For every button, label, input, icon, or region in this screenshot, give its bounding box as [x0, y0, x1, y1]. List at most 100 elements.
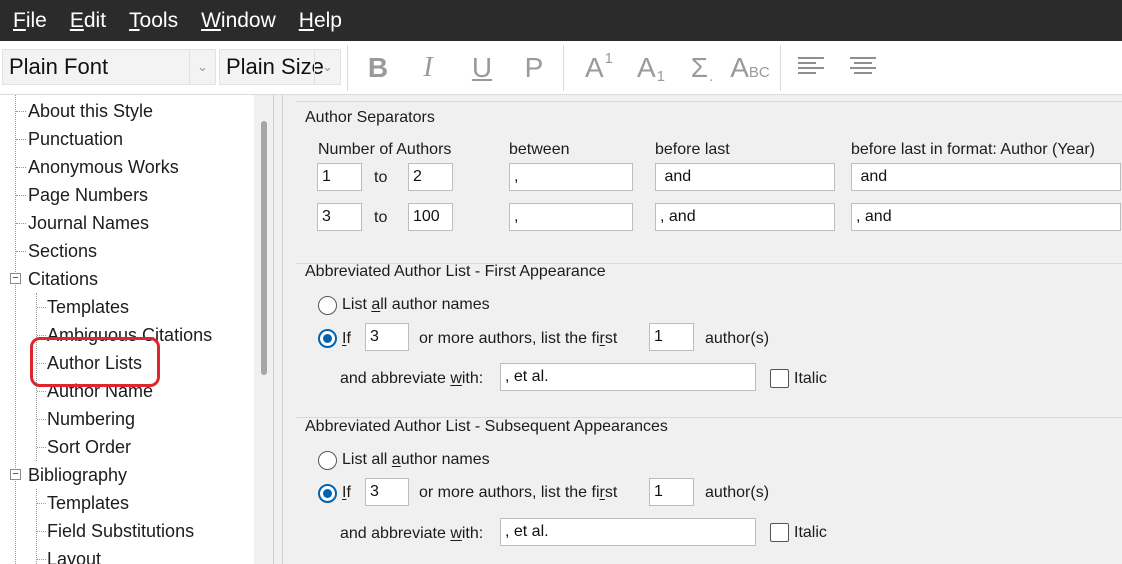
author-separators-title: Author Separators [305, 109, 435, 126]
menu-help[interactable]: Help [294, 9, 347, 33]
subscript-icon: A [636, 52, 656, 83]
tree-scrollbar[interactable] [254, 95, 273, 564]
author-lists-panel: Author Separators Number of Authors betw… [274, 95, 1122, 564]
first-if-radio[interactable] [318, 329, 337, 348]
align-left-button[interactable] [798, 57, 824, 79]
tree-item-journal-names[interactable]: Journal Names [28, 209, 149, 237]
tree-item-anonymous-works[interactable]: Anonymous Works [28, 153, 179, 181]
tree-item-citation-templates[interactable]: Templates [47, 293, 129, 321]
tree-item-bibliography[interactable]: Bibliography [28, 461, 127, 489]
tree-item-numbering[interactable]: Numbering [47, 405, 135, 433]
first-list-all-radio[interactable] [318, 296, 337, 315]
subsequent-list-all-label[interactable]: List all author names [342, 451, 490, 469]
subsequent-appearances-title: Abbreviated Author List - Subsequent App… [305, 418, 668, 435]
menu-bar: File Edit Tools Window Help [0, 0, 1122, 41]
subsequent-italic-checkbox[interactable] [770, 523, 789, 542]
row1-from-input[interactable]: 1 [317, 163, 362, 191]
sigma-icon: Σ [690, 52, 709, 83]
underline-icon: U [471, 52, 493, 83]
row2-to-input[interactable]: 100 [408, 203, 453, 231]
first-or-more-label: or more authors, list the first [419, 330, 618, 347]
tree-item-sections[interactable]: Sections [28, 237, 97, 265]
align-center-button[interactable] [850, 57, 876, 79]
col-before-last-format: before last in format: Author (Year) [851, 141, 1095, 158]
subsequent-if-radio[interactable] [318, 484, 337, 503]
row2-before-last-input[interactable]: , and [655, 203, 835, 231]
italic-icon: I [423, 52, 433, 83]
bold-button[interactable]: B [364, 49, 392, 87]
bold-icon: B [367, 52, 389, 83]
tree-item-punctuation[interactable]: Punctuation [28, 125, 123, 153]
tree-item-layout[interactable]: Layout [47, 545, 101, 564]
plain-button[interactable]: P [520, 49, 548, 87]
superscript-icon: A [584, 52, 604, 83]
toolbar-divider [780, 45, 781, 91]
row2-to-label: to [374, 209, 388, 226]
subsequent-authors-label: author(s) [705, 484, 770, 501]
tree-item-bibliography-templates[interactable]: Templates [47, 489, 129, 517]
tree-item-about-this-style[interactable]: About this Style [28, 97, 153, 125]
first-abbreviate-input[interactable]: , et al. [500, 363, 756, 391]
first-if-label[interactable]: If [342, 330, 351, 348]
superscript-button[interactable]: A1 [582, 49, 616, 87]
scrollbar-thumb[interactable] [261, 121, 267, 375]
plain-icon: P [524, 52, 544, 83]
first-italic-checkbox[interactable] [770, 369, 789, 388]
selection-highlight-circle [30, 337, 160, 387]
row1-before-last-input[interactable]: and [655, 163, 835, 191]
font-select-value: Plain Font [9, 54, 109, 79]
subsequent-abbreviate-input[interactable]: , et al. [500, 518, 756, 546]
col-between: between [509, 141, 570, 158]
size-select[interactable]: Plain Size ⌄ [219, 49, 341, 85]
format-toolbar: Plain Font ⌄ Plain Size ⌄ B I U P A1 A1 … [0, 41, 1122, 95]
row2-between-input[interactable]: , [509, 203, 633, 231]
first-italic-label[interactable]: Italic [794, 370, 827, 388]
chevron-down-icon: ⌄ [314, 50, 340, 84]
symbol-button[interactable]: Σ. [685, 49, 719, 87]
italic-button[interactable]: I [414, 49, 442, 87]
toolbar-divider [347, 45, 348, 91]
row2-from-input[interactable]: 3 [317, 203, 362, 231]
subsequent-abbreviate-label: and abbreviate with: [340, 525, 484, 542]
chevron-down-icon: ⌄ [189, 50, 215, 84]
row1-between-input[interactable]: , [509, 163, 633, 191]
subsequent-or-more-label: or more authors, list the first [419, 484, 618, 501]
style-sections-tree: About this Style Punctuation Anonymous W… [0, 95, 274, 564]
collapse-icon[interactable]: − [10, 469, 21, 480]
first-author-count-input[interactable]: 3 [365, 323, 409, 351]
tree-item-sort-order[interactable]: Sort Order [47, 433, 131, 461]
row1-to-label: to [374, 169, 388, 186]
small-caps-icon: A [730, 52, 749, 83]
subsequent-if-label[interactable]: If [342, 484, 351, 502]
underline-button[interactable]: U [468, 49, 496, 87]
menu-edit[interactable]: Edit [65, 9, 111, 33]
size-select-value: Plain Size [226, 54, 324, 79]
tree-guide [15, 95, 16, 564]
tree-item-page-numbers[interactable]: Page Numbers [28, 181, 148, 209]
small-caps-button[interactable]: A BC [730, 49, 770, 87]
font-select[interactable]: Plain Font ⌄ [2, 49, 216, 85]
tree-guide [36, 489, 37, 564]
subsequent-list-first-input[interactable]: 1 [649, 478, 694, 506]
first-abbreviate-label: and abbreviate with: [340, 370, 484, 387]
first-list-all-label[interactable]: List all author names [342, 296, 490, 314]
menu-window[interactable]: Window [196, 9, 281, 33]
col-before-last: before last [655, 141, 730, 158]
tree-item-field-substitutions[interactable]: Field Substitutions [47, 517, 194, 545]
panel-divider [282, 95, 283, 564]
col-number-of-authors: Number of Authors [318, 141, 452, 158]
tree-item-citations[interactable]: Citations [28, 265, 98, 293]
collapse-icon[interactable]: − [10, 273, 21, 284]
menu-file[interactable]: File [8, 9, 52, 33]
subsequent-list-all-radio[interactable] [318, 451, 337, 470]
row2-before-last-format-input[interactable]: , and [851, 203, 1121, 231]
toolbar-divider [563, 45, 564, 91]
subsequent-italic-label[interactable]: Italic [794, 524, 827, 542]
first-authors-label: author(s) [705, 330, 770, 347]
row1-before-last-format-input[interactable]: and [851, 163, 1121, 191]
menu-tools[interactable]: Tools [124, 9, 183, 33]
subsequent-author-count-input[interactable]: 3 [365, 478, 409, 506]
first-list-first-input[interactable]: 1 [649, 323, 694, 351]
subscript-button[interactable]: A1 [634, 49, 668, 87]
row1-to-input[interactable]: 2 [408, 163, 453, 191]
